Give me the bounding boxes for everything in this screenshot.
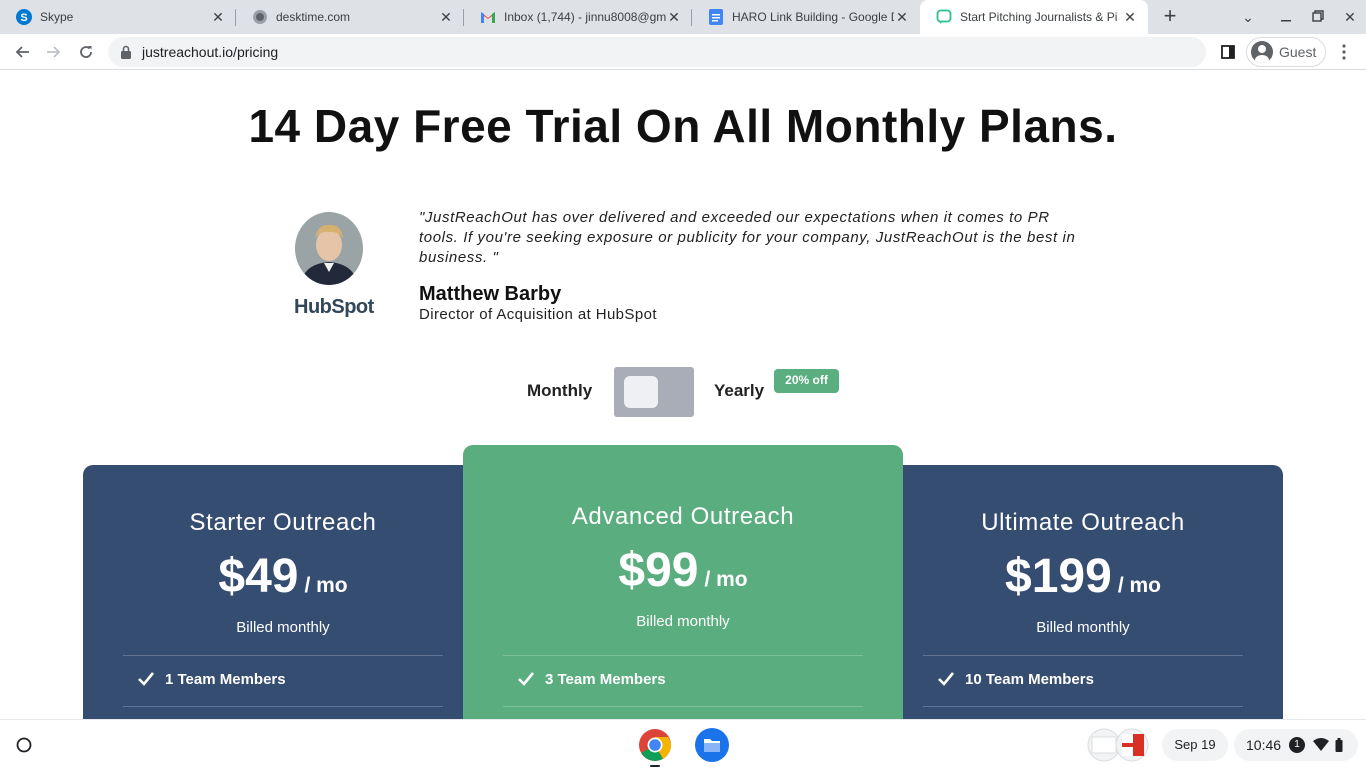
tab-gmail[interactable]: Inbox (1,744) - jinnu8008@gm ✕ [464,0,692,34]
url-text: justreachout.io/pricing [142,44,279,60]
lock-icon [120,45,134,59]
profile-label: Guest [1279,44,1317,60]
tab-title: Start Pitching Journalists & Pi [960,10,1118,24]
divider [923,655,1243,656]
docs-icon [708,9,724,25]
divider [123,706,443,707]
plan-feature: 10 Team Members [937,670,1094,688]
files-app-icon[interactable] [695,728,729,762]
active-app-indicator [650,765,660,767]
justreachout-icon [936,9,952,25]
tab-title: Inbox (1,744) - jinnu8008@gm [504,10,666,24]
hubspot-logo: HubSpot [294,296,374,318]
tote-thumbnails[interactable] [1086,728,1152,762]
tab-desktime[interactable]: desktime.com ✕ [236,0,464,34]
tab-skype[interactable]: S Skype ✕ [0,0,236,34]
check-icon [938,672,955,686]
launcher-button[interactable] [8,729,40,761]
globe-icon [252,9,268,25]
gmail-icon [480,9,496,25]
system-shelf: Sep 19 10:46 1 [0,719,1366,768]
close-tab-icon[interactable]: ✕ [1122,9,1138,25]
tab-title: HARO Link Building - Google D [732,10,894,24]
plan-price: $99/ mo [618,544,748,597]
skype-icon: S [16,9,32,25]
divider [503,655,863,656]
check-icon [138,672,155,686]
browser-toolbar: justreachout.io/pricing Guest [0,34,1366,70]
plan-name: Starter Outreach [189,509,377,536]
profile-button[interactable]: Guest [1246,37,1326,67]
testimonial-photo [295,212,363,285]
close-window-icon[interactable]: ✕ [1340,7,1360,27]
testimonial-quote: "JustReachOut has over delivered and exc… [419,209,1076,266]
testimonial-author: Matthew Barby [419,283,562,305]
plan-billed-note: Billed monthly [236,619,330,636]
testimonial-role: Director of Acquisition at HubSpot [419,306,657,323]
battery-icon [1335,738,1343,752]
billing-yearly-label[interactable]: Yearly [714,381,764,401]
plan-card-advanced: Advanced Outreach $99/ mo Billed monthly… [463,445,903,719]
side-panel-icon[interactable] [1215,39,1241,65]
tab-strip: S Skype ✕ desktime.com ✕ Inbox (1,744) -… [0,0,1366,34]
avatar [1251,41,1273,63]
discount-badge: 20% off [774,369,839,393]
plan-feature: 1 Team Members [137,670,286,688]
address-bar[interactable]: justreachout.io/pricing [108,37,1206,67]
chrome-app-icon[interactable] [638,728,672,762]
divider [923,706,1243,707]
tab-search-icon[interactable]: ⌄ [1238,7,1258,27]
plan-card-starter: Starter Outreach $49/ mo Billed monthly … [83,465,483,719]
tab-title: desktime.com [276,10,351,24]
close-tab-icon[interactable]: ✕ [438,9,454,25]
close-tab-icon[interactable]: ✕ [894,9,910,25]
status-tray[interactable]: 10:46 1 [1234,729,1358,761]
back-icon[interactable] [9,39,35,65]
svg-text:S: S [20,12,27,24]
new-tab-button[interactable]: + [1158,5,1182,29]
notification-badge: 1 [1289,737,1306,753]
plan-billed-note: Billed monthly [636,613,730,630]
billing-toggle[interactable] [614,367,694,417]
plan-name: Ultimate Outreach [981,509,1185,536]
reload-icon[interactable] [73,39,99,65]
wifi-icon [1313,738,1330,751]
plan-card-ultimate: Ultimate Outreach $199/ mo Billed monthl… [903,465,1283,719]
divider [503,706,863,707]
tab-google-docs[interactable]: HARO Link Building - Google D ✕ [692,0,920,34]
check-icon [518,672,535,686]
restore-icon[interactable] [1308,7,1328,27]
billing-monthly-label[interactable]: Monthly [527,381,592,401]
minimize-icon[interactable] [1276,7,1296,27]
forward-icon[interactable] [41,39,67,65]
divider [123,655,443,656]
clock: 10:46 [1246,737,1282,753]
plan-price: $49/ mo [218,550,348,603]
toggle-knob [624,376,658,408]
tab-justreachout[interactable]: Start Pitching Journalists & Pi ✕ [920,0,1148,34]
plan-billed-note: Billed monthly [1036,619,1130,636]
menu-icon[interactable] [1331,39,1357,65]
plan-feature: 3 Team Members [517,670,666,688]
date-display[interactable]: Sep 19 [1162,729,1228,761]
plan-name: Advanced Outreach [571,503,795,530]
page-title: 14 Day Free Trial On All Monthly Plans. [248,100,1118,152]
pricing-page: 14 Day Free Trial On All Monthly Plans. … [0,71,1366,719]
tab-title: Skype [40,10,74,24]
close-tab-icon[interactable]: ✕ [210,9,226,25]
plan-price: $199/ mo [1005,550,1161,603]
close-tab-icon[interactable]: ✕ [666,9,682,25]
